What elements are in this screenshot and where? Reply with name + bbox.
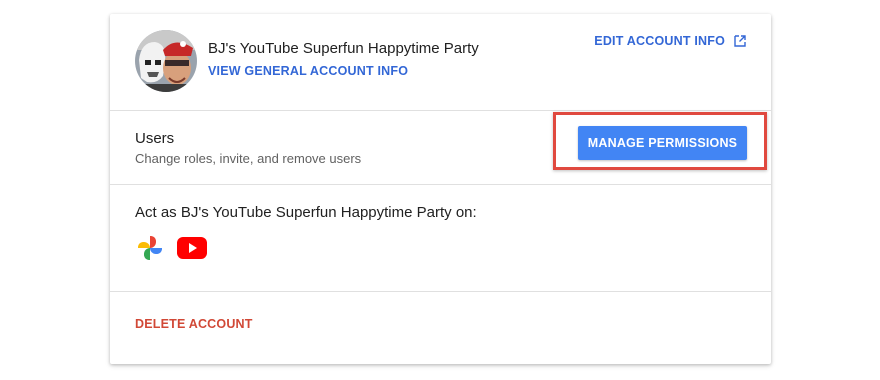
- divider: [110, 291, 771, 292]
- youtube-icon[interactable]: [177, 237, 207, 259]
- google-photos-icon[interactable]: [137, 235, 163, 261]
- manage-permissions-button[interactable]: MANAGE PERMISSIONS: [578, 126, 747, 160]
- divider: [110, 184, 771, 185]
- act-as-title: Act as BJ's YouTube Superfun Happytime P…: [135, 204, 477, 221]
- edit-account-info-link[interactable]: EDIT ACCOUNT INFO: [594, 34, 725, 48]
- users-subtitle: Change roles, invite, and remove users: [135, 151, 362, 166]
- delete-account-link[interactable]: DELETE ACCOUNT: [135, 317, 253, 331]
- users-title: Users: [135, 130, 175, 147]
- divider: [110, 110, 771, 111]
- account-name: BJ's YouTube Superfun Happytime Party: [208, 40, 479, 57]
- account-avatar: [135, 30, 197, 92]
- open-in-new-icon[interactable]: [733, 34, 747, 48]
- view-general-account-info-link[interactable]: VIEW GENERAL ACCOUNT INFO: [208, 64, 408, 78]
- account-card: BJ's YouTube Superfun Happytime Party VI…: [110, 14, 771, 364]
